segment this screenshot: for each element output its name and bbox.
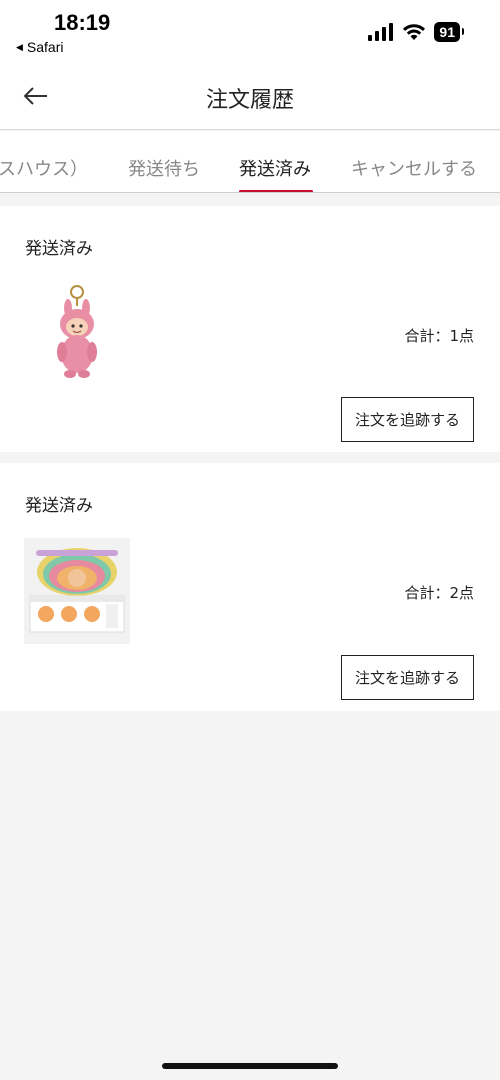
battery-indicator: 91: [434, 22, 464, 42]
page-title: 注文履歴: [205, 88, 294, 113]
product-thumbnail[interactable]: [24, 538, 130, 644]
status-bar: 18:19 ◀ Safari 91: [0, 0, 500, 64]
status-time: 18:19: [54, 10, 111, 35]
tab-warehouse[interactable]: スハウス）: [0, 155, 88, 181]
tab-awaiting-shipment[interactable]: 発送待ち: [128, 155, 200, 181]
order-status-label: 発送済み: [25, 239, 93, 259]
order-total: 合計：2点: [404, 584, 474, 602]
cellular-signal-icon: [368, 23, 394, 41]
status-icons: 91: [368, 22, 464, 42]
order-card: 発送済み 合計：1点 注文を追跡する: [0, 206, 500, 452]
home-indicator[interactable]: [162, 1063, 338, 1069]
back-to-safari-link[interactable]: ◀ Safari: [16, 39, 64, 55]
tab-shipped[interactable]: 発送済み: [239, 155, 311, 181]
track-order-button[interactable]: 注文を追跡する: [341, 655, 474, 700]
order-status-label: 発送済み: [25, 496, 93, 516]
back-triangle-icon: ◀: [16, 41, 23, 52]
order-status-tabs: スハウス） 発送待ち 発送済み キャンセルする: [0, 131, 500, 193]
tab-cancel[interactable]: キャンセルする: [351, 155, 477, 181]
wifi-icon: [403, 24, 426, 40]
order-card: 発送済み 合計：2点 注文を追跡する: [0, 463, 500, 711]
order-total: 合計：1点: [404, 327, 474, 345]
app-header: 注文履歴: [0, 64, 500, 130]
track-order-button[interactable]: 注文を追跡する: [341, 397, 474, 442]
product-thumbnail[interactable]: [24, 278, 130, 384]
active-tab-indicator: [239, 190, 313, 192]
back-app-label: Safari: [26, 39, 64, 55]
pink-bunny-keychain-figure-icon: [57, 285, 97, 378]
blind-box-set-image-icon: [29, 548, 125, 633]
